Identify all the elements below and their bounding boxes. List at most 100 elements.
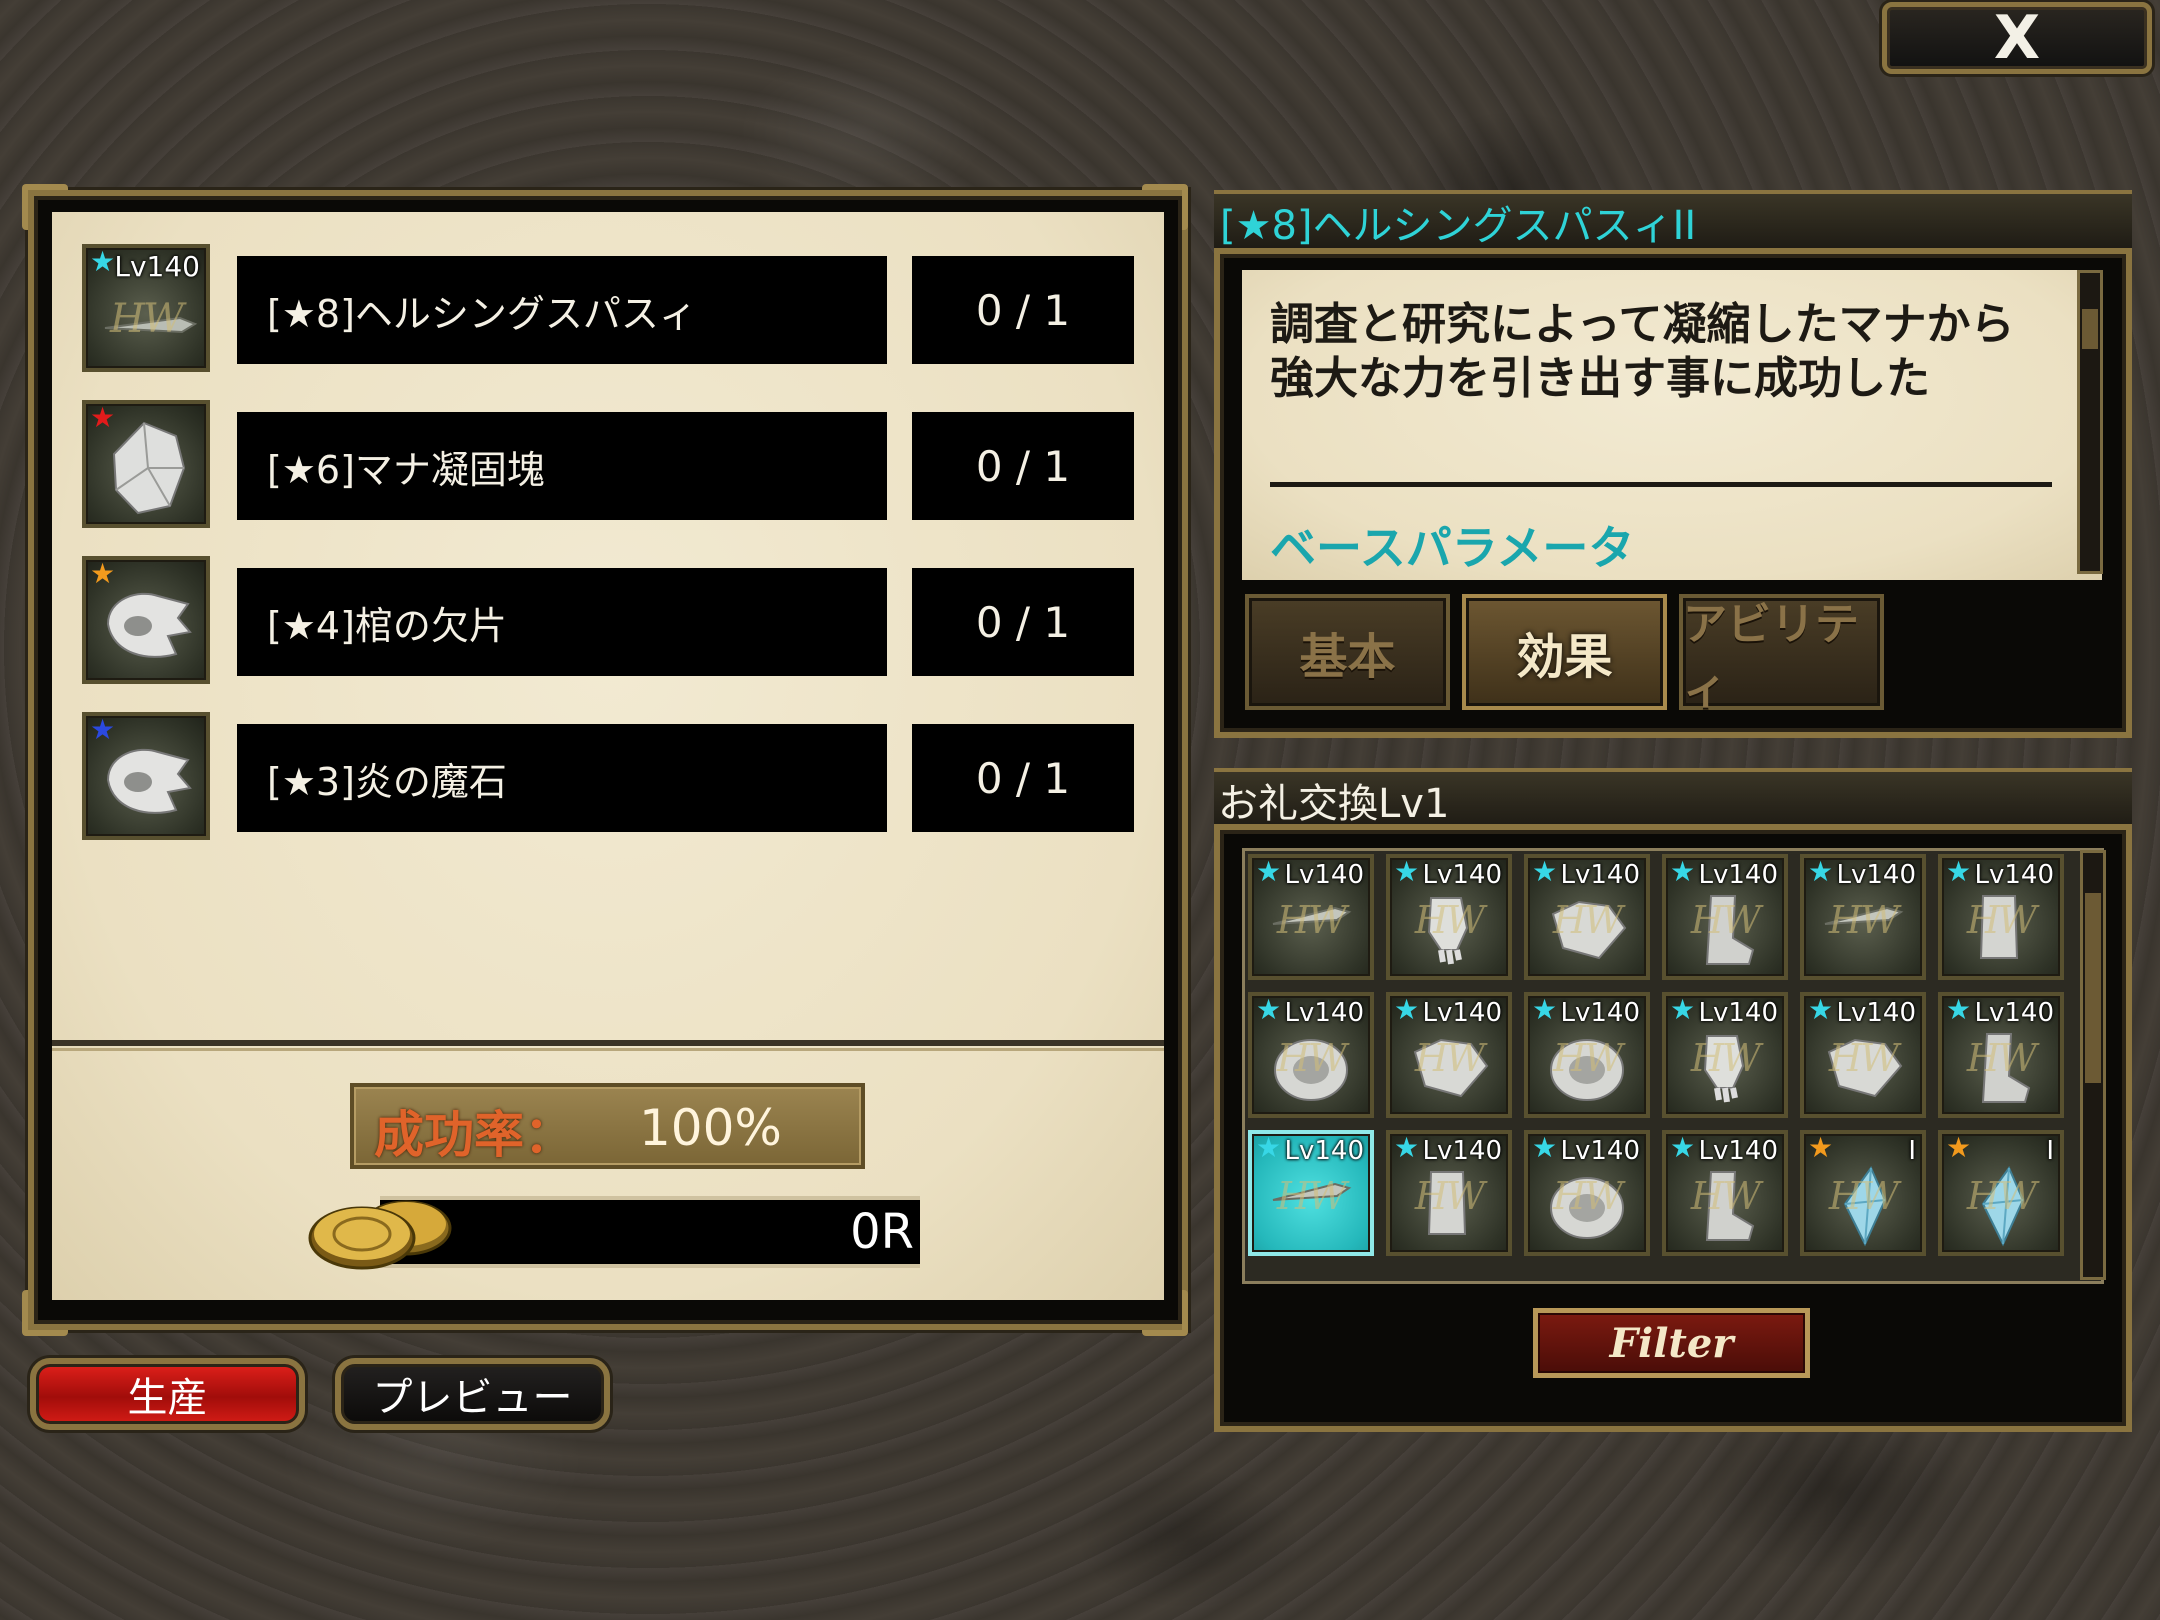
scroll-thumb[interactable] [2085, 893, 2101, 1083]
divider [52, 1040, 1164, 1046]
item-description: 調査と研究によって凝縮したマナから強大な力を引き出す事に成功した [1270, 299, 2015, 404]
exchange-item[interactable]: ★ Lv140 HW [1938, 992, 2064, 1118]
exchange-item[interactable]: ★ Lv140 HW [1386, 992, 1512, 1118]
exchange-item[interactable]: ★ Lv140 HW [1248, 854, 1374, 980]
hw-badge: HW [1276, 1174, 1347, 1218]
hw-badge: HW [1552, 1036, 1623, 1080]
item-level: Lv140 [1698, 998, 1779, 1028]
exchange-item[interactable]: ★ Lv140 HW [1662, 1130, 1788, 1256]
exchange-item[interactable]: ★ I HW [1938, 1130, 2064, 1256]
hw-badge: HW [1414, 1036, 1485, 1080]
grid-scrollbar[interactable] [2080, 850, 2106, 1280]
star-icon: ★ [1808, 855, 1834, 888]
hw-badge: HW [1552, 898, 1623, 942]
tab-ability[interactable]: アビリティ [1679, 594, 1884, 714]
hw-badge: HW [1690, 1036, 1761, 1080]
coin-icon [308, 1200, 452, 1270]
item-level: Lv140 [1284, 860, 1365, 890]
frame-corner-ornament [22, 1290, 68, 1336]
star-icon: ★ [1394, 855, 1420, 888]
preview-button[interactable]: プレビュー [335, 1358, 610, 1430]
hw-badge: HW [1828, 898, 1899, 942]
material-row[interactable]: ★ Lv140 HW [★8]ヘルシングスパスィ 0 / 1 [82, 244, 1134, 372]
star-icon: ★ [90, 245, 116, 278]
produce-button[interactable]: 生産 [30, 1358, 305, 1430]
material-icon: ★ [82, 712, 210, 840]
material-name: [★6]マナ凝固塊 [237, 412, 887, 520]
cost-bar: 0R [380, 1196, 920, 1268]
exchange-item[interactable]: ★ Lv140 HW [1800, 992, 1926, 1118]
crystal-ore-icon [112, 421, 186, 515]
star-icon: ★ [1670, 993, 1696, 1026]
close-button[interactable]: X [1882, 2, 2152, 74]
star-icon: ★ [1946, 1131, 1972, 1164]
hw-badge: HW [1966, 898, 2037, 942]
star-icon: ★ [1808, 1131, 1834, 1164]
exchange-item[interactable]: ★ Lv140 HW [1800, 854, 1926, 980]
exchange-item[interactable]: ★ Lv140 HW [1248, 1130, 1374, 1256]
material-row[interactable]: ★ [★6]マナ凝固塊 0 / 1 [82, 400, 1134, 528]
star-icon: ★ [1532, 855, 1558, 888]
hw-badge: HW [1414, 1174, 1485, 1218]
filter-button[interactable]: Filter [1533, 1308, 1810, 1378]
material-icon: ★ [82, 400, 210, 528]
star-icon: ★ [1256, 993, 1282, 1026]
tab-label: アビリティ [1683, 599, 1859, 714]
produce-button-label: 生産 [127, 1375, 208, 1421]
material-icon: ★ [82, 556, 210, 684]
scroll-thumb[interactable] [2082, 309, 2098, 349]
hw-badge: HW [1552, 1174, 1623, 1218]
exchange-item[interactable]: ★ Lv140 HW [1524, 854, 1650, 980]
exchange-item[interactable]: ★ Lv140 HW [1524, 1130, 1650, 1256]
close-icon: X [1993, 3, 2041, 73]
exchange-item[interactable]: ★ Lv140 HW [1386, 854, 1512, 980]
exchange-item[interactable]: ★ Lv140 HW [1386, 1130, 1512, 1256]
material-name: [★4]棺の欠片 [237, 568, 887, 676]
base-parameter-heading: ベースパラメータ [1270, 521, 1635, 575]
tab-effect[interactable]: 効果 [1462, 594, 1667, 710]
star-icon: ★ [1532, 993, 1558, 1026]
detail-scrollbar[interactable] [2077, 270, 2103, 574]
material-icon: ★ Lv140 HW [82, 244, 210, 372]
item-level: Lv140 [1836, 998, 1917, 1028]
hw-badge: HW [1966, 1036, 2037, 1080]
cost-value: 0R [850, 1204, 914, 1260]
exchange-item[interactable]: ★ Lv140 HW [1248, 992, 1374, 1118]
star-icon: ★ [1946, 993, 1972, 1026]
item-level: Lv140 [1974, 860, 2055, 890]
item-level: Lv140 [1560, 860, 1641, 890]
frame-corner-ornament [22, 184, 68, 230]
hw-badge: HW [1414, 898, 1485, 942]
item-level: Lv140 [1698, 860, 1779, 890]
tab-basic[interactable]: 基本 [1245, 594, 1450, 710]
exchange-item[interactable]: ★ Lv140 HW [1662, 854, 1788, 980]
material-row[interactable]: ★ [★4]棺の欠片 0 / 1 [82, 556, 1134, 684]
item-level: Lv140 [1698, 1136, 1779, 1166]
item-level: Lv140 [1422, 1136, 1503, 1166]
divider [52, 1048, 1164, 1051]
item-level: Lv140 [1284, 1136, 1365, 1166]
success-rate-box: 成功率： 100% [350, 1083, 865, 1169]
item-level: I [2046, 1136, 2054, 1166]
exchange-item[interactable]: ★ Lv140 HW [1662, 992, 1788, 1118]
frame-corner-ornament [1142, 184, 1188, 230]
hw-badge: HW [1690, 898, 1761, 942]
item-level: Lv140 [1560, 998, 1641, 1028]
item-level: Lv140 [1836, 860, 1917, 890]
item-level: Lv140 [1422, 860, 1503, 890]
exchange-item[interactable]: ★ I HW [1800, 1130, 1926, 1256]
exchange-item[interactable]: ★ Lv140 HW [1938, 854, 2064, 980]
material-row[interactable]: ★ [★3]炎の魔石 0 / 1 [82, 712, 1134, 840]
hw-badge: HW [1828, 1174, 1899, 1218]
material-name: [★3]炎の魔石 [237, 724, 887, 832]
material-count: 0 / 1 [912, 724, 1134, 832]
star-icon: ★ [1256, 1131, 1282, 1164]
material-count: 0 / 1 [912, 256, 1134, 364]
star-icon: ★ [1946, 855, 1972, 888]
exchange-title: お礼交換Lv1 [1214, 768, 2132, 828]
material-count: 0 / 1 [912, 412, 1134, 520]
hw-badge: HW [1276, 898, 1347, 942]
exchange-item[interactable]: ★ Lv140 HW [1524, 992, 1650, 1118]
item-level: Lv140 [1560, 1136, 1641, 1166]
frame-corner-ornament [1142, 1290, 1188, 1336]
